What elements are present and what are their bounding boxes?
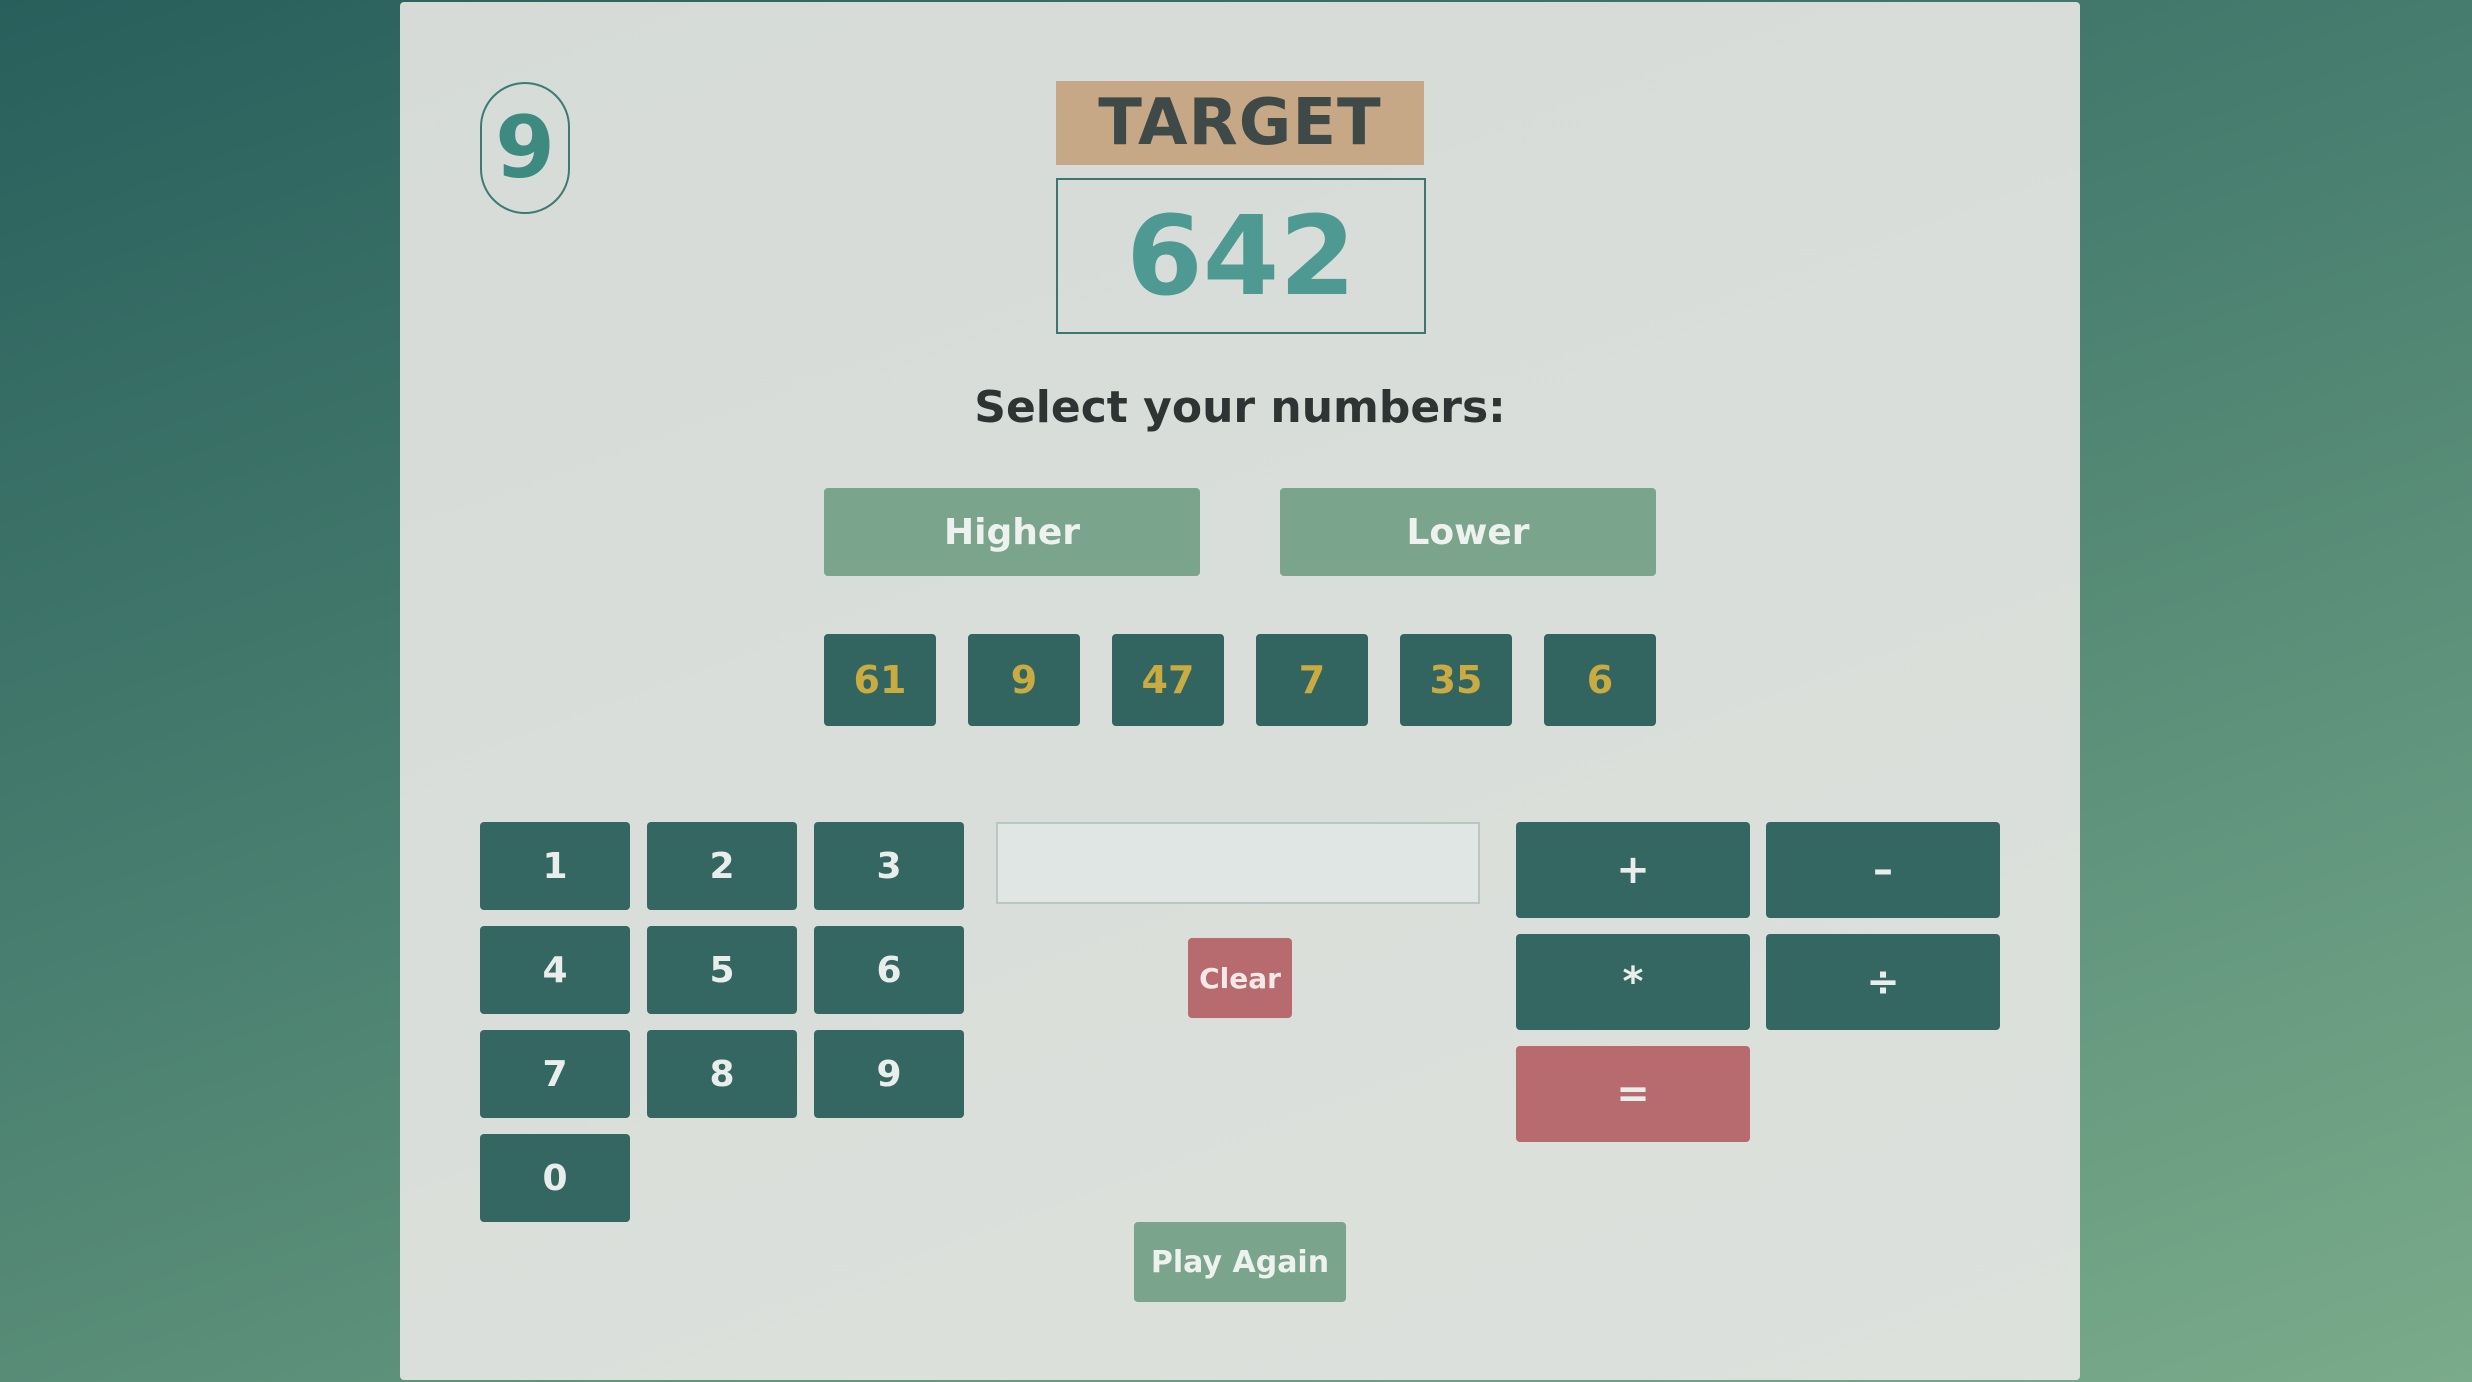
key-0[interactable]: 0 bbox=[480, 1134, 630, 1222]
clear-button[interactable]: Clear bbox=[1188, 938, 1292, 1018]
key-5[interactable]: 5 bbox=[647, 926, 797, 1014]
target-label: TARGET bbox=[1056, 81, 1424, 165]
number-tile[interactable]: 35 bbox=[1400, 634, 1512, 726]
add-button[interactable]: + bbox=[1516, 822, 1750, 918]
timer-value: 9 bbox=[495, 98, 555, 198]
divide-button[interactable]: ÷ bbox=[1766, 934, 2000, 1030]
select-numbers-prompt: Select your numbers: bbox=[974, 382, 1506, 433]
key-2[interactable]: 2 bbox=[647, 822, 797, 910]
countdown-timer: 9 bbox=[480, 82, 570, 214]
expression-display bbox=[996, 822, 1480, 904]
number-tile[interactable]: 7 bbox=[1256, 634, 1368, 726]
game-card: 9 TARGET 642 Select your numbers: Higher… bbox=[400, 2, 2080, 1380]
number-tile[interactable]: 61 bbox=[824, 634, 936, 726]
key-6[interactable]: 6 bbox=[814, 926, 964, 1014]
equals-button[interactable]: = bbox=[1516, 1046, 1750, 1142]
target-value: 642 bbox=[1056, 178, 1426, 334]
multiply-button[interactable]: * bbox=[1516, 934, 1750, 1030]
number-tile[interactable]: 47 bbox=[1112, 634, 1224, 726]
number-tile[interactable]: 6 bbox=[1544, 634, 1656, 726]
lower-button[interactable]: Lower bbox=[1280, 488, 1656, 576]
key-3[interactable]: 3 bbox=[814, 822, 964, 910]
key-4[interactable]: 4 bbox=[480, 926, 630, 1014]
key-7[interactable]: 7 bbox=[480, 1030, 630, 1118]
key-8[interactable]: 8 bbox=[647, 1030, 797, 1118]
higher-button[interactable]: Higher bbox=[824, 488, 1200, 576]
number-tile[interactable]: 9 bbox=[968, 634, 1080, 726]
play-again-button[interactable]: Play Again bbox=[1134, 1222, 1346, 1302]
key-1[interactable]: 1 bbox=[480, 822, 630, 910]
subtract-button[interactable]: – bbox=[1766, 822, 2000, 918]
selected-numbers: 61 9 47 7 35 6 bbox=[824, 634, 1656, 728]
key-9[interactable]: 9 bbox=[814, 1030, 964, 1118]
